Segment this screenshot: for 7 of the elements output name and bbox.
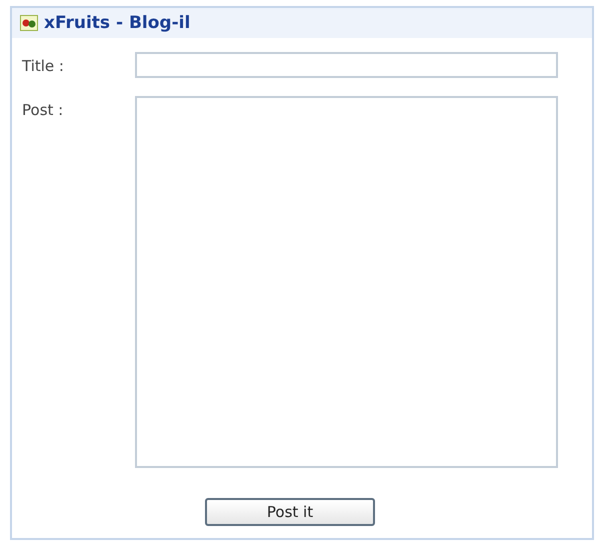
title-field[interactable] bbox=[135, 52, 558, 78]
post-button[interactable]: Post it bbox=[205, 498, 375, 526]
post-field[interactable] bbox=[135, 96, 558, 468]
fruit-logo-icon bbox=[20, 15, 38, 31]
window-title: xFruits - Blog-il bbox=[44, 13, 190, 33]
field-label: Post : bbox=[22, 100, 64, 121]
field-label: Title : bbox=[22, 56, 65, 77]
